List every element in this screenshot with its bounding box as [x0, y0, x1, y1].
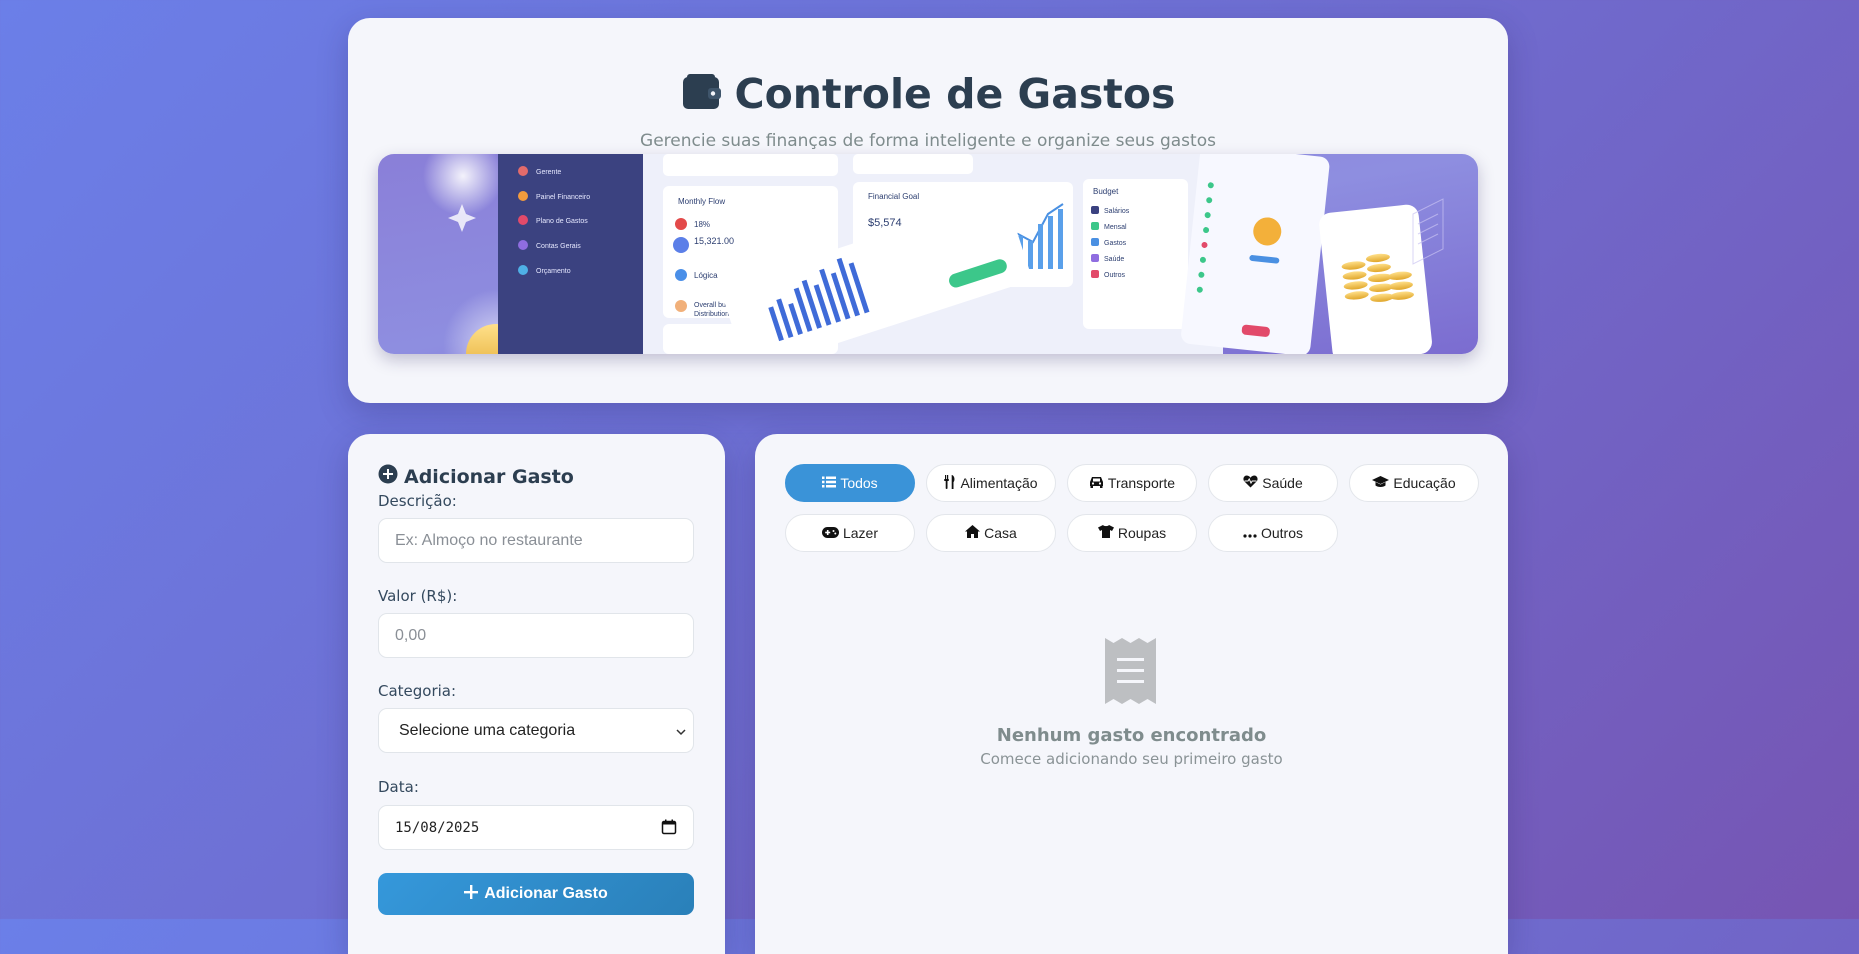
- empty-state-subtitle: Comece adicionando seu primeiro gasto: [980, 750, 1283, 768]
- svg-text:Salários: Salários: [1104, 208, 1130, 215]
- filter-label: Outros: [1260, 525, 1303, 541]
- filter-casa[interactable]: Casa: [926, 514, 1056, 552]
- svg-text:$5,574: $5,574: [868, 217, 902, 229]
- add-expense-button-label: Adicionar Gasto: [484, 885, 608, 902]
- filter-label: Roupas: [1117, 525, 1167, 541]
- svg-text:Gerente: Gerente: [536, 169, 561, 176]
- utensils-icon: [944, 474, 956, 492]
- header-card: Controle de Gastos Gerencie suas finança…: [348, 18, 1508, 403]
- graduation-cap-icon: [1372, 475, 1390, 491]
- filter-transporte[interactable]: Transporte: [1067, 464, 1197, 502]
- page-subtitle: Gerencie suas finanças de forma intelige…: [640, 131, 1216, 151]
- svg-text:Contas Gerais: Contas Gerais: [536, 243, 581, 250]
- svg-text:Saúde: Saúde: [1104, 256, 1124, 263]
- page-title: Controle de Gastos: [734, 70, 1176, 118]
- value-input[interactable]: 0,00: [378, 613, 694, 658]
- svg-text:Gastos: Gastos: [1104, 240, 1127, 247]
- receipt-icon: [1105, 638, 1156, 709]
- form-title-text: Adicionar Gasto: [404, 465, 574, 488]
- heart-pulse-icon: [1243, 475, 1258, 491]
- date-label: Data:: [378, 778, 419, 796]
- filter-label: Saúde: [1262, 475, 1303, 491]
- form-title: Adicionar Gasto: [378, 464, 574, 489]
- svg-text:Monthly Flow: Monthly Flow: [678, 197, 725, 206]
- filter-alimentacao[interactable]: Alimentação: [926, 464, 1056, 502]
- home-icon: [965, 525, 981, 541]
- date-input[interactable]: 15/08/2025: [378, 805, 694, 850]
- dashboard-banner-image: Gerente Painel Financeiro Plano de Gasto…: [378, 154, 1478, 354]
- list-icon: [822, 475, 837, 491]
- shirt-icon: [1097, 525, 1114, 541]
- filter-todos[interactable]: Todos: [785, 464, 915, 502]
- category-selected-value: Selecione uma categoria: [399, 721, 576, 739]
- wallet-icon: [681, 73, 723, 116]
- chevron-down-icon: [675, 725, 687, 743]
- add-expense-button[interactable]: Adicionar Gasto: [378, 873, 694, 915]
- date-value: 15/08/2025: [395, 819, 480, 836]
- plus-icon: [464, 884, 479, 904]
- svg-text:Budget: Budget: [1093, 187, 1119, 196]
- description-input[interactable]: Ex: Almoço no restaurante: [378, 518, 694, 563]
- filter-saude[interactable]: Saúde: [1208, 464, 1338, 502]
- ellipsis-icon: [1243, 525, 1257, 541]
- svg-text:Financial Goal: Financial Goal: [868, 192, 919, 201]
- category-label: Categoria:: [378, 682, 457, 700]
- description-label: Descrição:: [378, 492, 457, 510]
- car-icon: [1089, 475, 1104, 491]
- svg-text:Mensal: Mensal: [1104, 224, 1127, 231]
- filter-label: Alimentação: [960, 475, 1038, 491]
- category-select[interactable]: Selecione uma categoria: [378, 708, 694, 753]
- svg-text:Orçamento: Orçamento: [536, 268, 571, 275]
- filter-label: Lazer: [842, 525, 879, 541]
- filter-educacao[interactable]: Educação: [1349, 464, 1479, 502]
- svg-text:Painel Financeiro: Painel Financeiro: [536, 194, 590, 201]
- filter-label: Educação: [1393, 475, 1456, 491]
- value-placeholder: 0,00: [395, 626, 427, 644]
- title-row: Controle de Gastos: [348, 70, 1508, 118]
- filter-label: Casa: [984, 525, 1017, 541]
- filter-lazer[interactable]: Lazer: [785, 514, 915, 552]
- filter-roupas[interactable]: Roupas: [1067, 514, 1197, 552]
- expenses-panel: Todos Alimentação Transporte Saúde Educa…: [755, 434, 1508, 954]
- calendar-icon[interactable]: [661, 819, 677, 840]
- svg-text:15,321.00: 15,321.00: [694, 236, 734, 246]
- svg-text:18%: 18%: [694, 220, 710, 229]
- value-label: Valor (R$):: [378, 587, 458, 605]
- svg-text:Outros: Outros: [1104, 272, 1126, 279]
- svg-text:Distribution: Distribution: [694, 311, 729, 318]
- empty-state-title: Nenhum gasto encontrado: [996, 725, 1267, 746]
- gamepad-icon: [821, 525, 839, 541]
- plus-circle-icon: [378, 464, 398, 489]
- filter-label: Todos: [840, 475, 878, 491]
- description-placeholder: Ex: Almoço no restaurante: [395, 531, 583, 549]
- svg-text:Lógica: Lógica: [694, 271, 718, 280]
- svg-text:Plano de Gastos: Plano de Gastos: [536, 218, 588, 225]
- filter-label: Transporte: [1107, 475, 1176, 491]
- filter-outros[interactable]: Outros: [1208, 514, 1338, 552]
